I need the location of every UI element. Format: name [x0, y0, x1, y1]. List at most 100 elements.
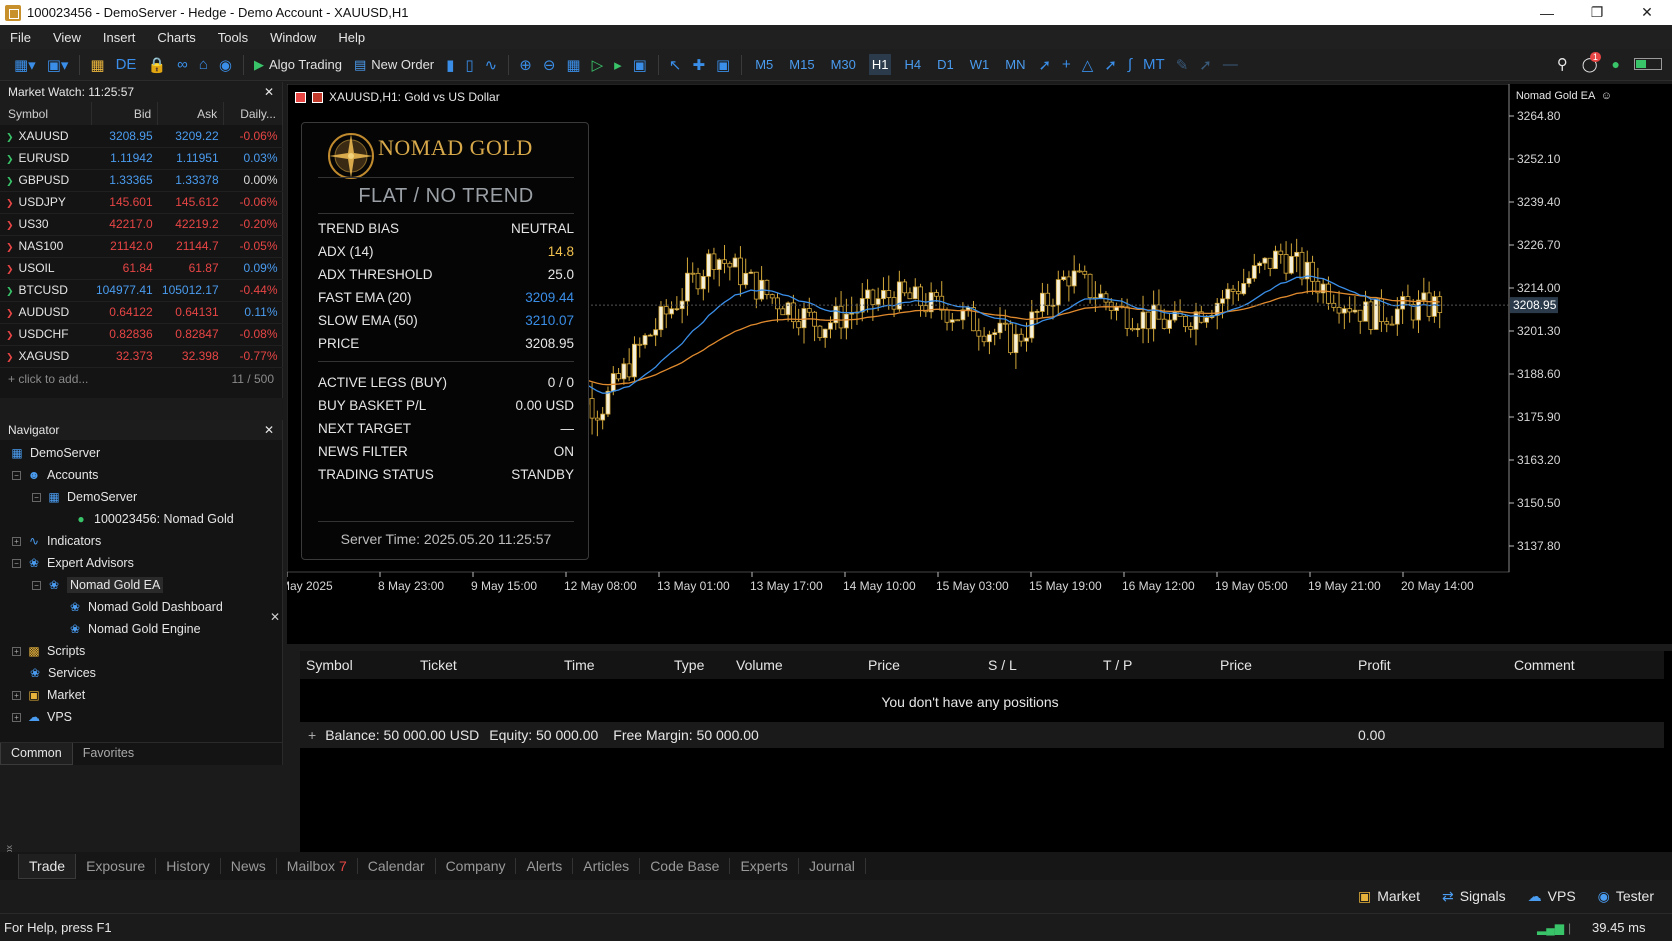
market-watch-row[interactable]: ❯ USDJPY 145.601 145.612 -0.06% — [0, 191, 283, 214]
menu-file[interactable]: File — [10, 30, 31, 45]
market-watch-row[interactable]: ❯ XAGUSD 32.373 32.398 -0.77% — [0, 345, 283, 368]
indicators-icon[interactable]: ▣ — [633, 56, 647, 74]
col-type[interactable]: Type — [674, 657, 704, 673]
market-watch-row[interactable]: ❯ EURUSD 1.11942 1.11951 0.03% — [0, 147, 283, 170]
expand-icon[interactable]: + — [12, 646, 21, 656]
tab-common[interactable]: Common — [0, 743, 73, 765]
menu-charts[interactable]: Charts — [157, 30, 195, 45]
collapse-icon[interactable]: − — [32, 492, 41, 502]
timeframe-w1[interactable]: W1 — [967, 54, 993, 75]
menu-help[interactable]: Help — [338, 30, 365, 45]
restore-button[interactable]: ❐ — [1572, 0, 1622, 25]
new-order-button[interactable]: ▤ New Order — [354, 57, 434, 73]
col-tp[interactable]: T / P — [1103, 657, 1132, 673]
chart-shift-icon[interactable]: ▸ — [614, 56, 622, 74]
market-watch-row[interactable]: ❯ GBPUSD 1.33365 1.33378 0.00% — [0, 169, 283, 192]
profiles-icon[interactable]: ▣▾ — [47, 56, 69, 74]
col-sl[interactable]: S / L — [988, 657, 1017, 673]
menu-tools[interactable]: Tools — [218, 30, 248, 45]
channel-icon[interactable]: ∫ — [1128, 56, 1132, 73]
auto-scroll-icon[interactable]: ▷ — [592, 56, 604, 74]
timeframe-mn[interactable]: MN — [1002, 54, 1028, 75]
timeframe-m15[interactable]: M15 — [786, 54, 817, 75]
line-chart-icon[interactable]: ∿ — [485, 56, 498, 74]
nav-item-account[interactable]: ● 100023456: Nomad Gold — [0, 508, 282, 530]
market-watch-row[interactable]: ❯ BTCUSD 104977.41 105012.17 -0.44% — [0, 279, 283, 302]
col-ticket[interactable]: Ticket — [420, 657, 457, 673]
fibo-icon[interactable]: ➚ — [1199, 56, 1212, 74]
nav-item-dashboard[interactable]: ❀ Nomad Gold Dashboard — [0, 596, 282, 618]
expand-icon[interactable]: + — [12, 536, 21, 546]
link-icon[interactable]: ∞ — [177, 56, 188, 73]
add-symbol-row[interactable]: + click to add... 11 / 500 — [0, 368, 282, 390]
market-watch-row[interactable]: ❯ AUDUSD 0.64122 0.64131 0.11% — [0, 301, 283, 324]
tab-alerts[interactable]: Alerts — [516, 858, 574, 874]
nav-item-nomad-gold-ea[interactable]: − ❀ Nomad Gold EA — [0, 574, 282, 596]
tab-history[interactable]: History — [156, 858, 221, 874]
close-icon[interactable]: ✕ — [270, 610, 280, 624]
tester-button[interactable]: ◉ Tester — [1598, 888, 1654, 905]
collapse-icon[interactable]: − — [12, 470, 21, 480]
timeframe-h1[interactable]: H1 — [868, 54, 892, 75]
col-symbol[interactable]: Symbol — [0, 102, 93, 125]
tab-calendar[interactable]: Calendar — [358, 858, 436, 874]
bank-icon[interactable]: ⌂ — [199, 56, 208, 73]
close-window-button[interactable]: ✕ — [1622, 0, 1672, 25]
cross-tool-icon[interactable]: + — [1062, 56, 1071, 73]
col-time[interactable]: Time — [564, 657, 595, 673]
pencil-icon[interactable]: ✎ — [1176, 56, 1189, 74]
nav-item-expert-advisors[interactable]: − ❀ Expert Advisors — [0, 552, 282, 574]
tab-mailbox[interactable]: Mailbox 7 — [277, 858, 358, 874]
tab-journal[interactable]: Journal — [799, 858, 866, 874]
nav-item-market[interactable]: + ▣ Market — [0, 684, 282, 706]
menu-insert[interactable]: Insert — [103, 30, 136, 45]
col-current-price[interactable]: Price — [1220, 657, 1252, 673]
trend-line-icon[interactable]: ➚ — [1104, 56, 1117, 74]
tab-company[interactable]: Company — [436, 858, 517, 874]
timeframe-h4[interactable]: H4 — [901, 54, 924, 75]
tab-articles[interactable]: Articles — [573, 858, 641, 874]
nav-item-server[interactable]: ▦ DemoServer — [0, 442, 282, 464]
timeframe-m30[interactable]: M30 — [828, 54, 859, 75]
account-icon[interactable]: ● — [1612, 56, 1620, 72]
tab-news[interactable]: News — [221, 858, 277, 874]
data-exchange-button[interactable]: DE — [116, 56, 137, 73]
market-button[interactable]: ▣ Market — [1358, 888, 1420, 905]
close-icon[interactable]: ✕ — [264, 85, 274, 99]
signal-icon[interactable]: ◉ — [219, 56, 232, 74]
timeframe-m5[interactable]: M5 — [752, 54, 776, 75]
col-profit[interactable]: Profit — [1358, 657, 1391, 673]
tab-trade[interactable]: Trade — [18, 853, 77, 879]
minimize-button[interactable]: — — [1522, 0, 1572, 25]
expand-icon[interactable]: + — [12, 690, 21, 700]
col-price[interactable]: Price — [868, 657, 900, 673]
market-watch-row[interactable]: ❯ US30 42217.0 42219.2 -0.20% — [0, 213, 283, 236]
smiley-icon[interactable]: ☺ — [1601, 90, 1612, 102]
collapse-icon[interactable]: − — [32, 580, 41, 590]
search-icon[interactable]: ⚲ — [1557, 55, 1568, 73]
nav-item-scripts[interactable]: + ▩ Scripts — [0, 640, 282, 662]
signals-button[interactable]: ⇄ Signals — [1442, 888, 1506, 905]
bar-chart-icon[interactable]: ▮ — [446, 56, 454, 74]
market-watch-row[interactable]: ❯ USOIL 61.84 61.87 0.09% — [0, 257, 283, 280]
col-bid[interactable]: Bid — [91, 102, 159, 125]
close-icon[interactable]: ✕ — [264, 423, 274, 437]
expand-icon[interactable]: + — [12, 712, 21, 722]
algo-trading-button[interactable]: ▶ Algo Trading — [254, 57, 342, 73]
vertical-line-icon[interactable]: ➚ — [1038, 56, 1051, 74]
menu-window[interactable]: Window — [270, 30, 316, 45]
col-comment[interactable]: Comment — [1514, 657, 1575, 673]
notifications-icon[interactable]: ◯ 1 — [1582, 51, 1601, 73]
col-ask[interactable]: Ask — [157, 102, 225, 125]
nav-item-engine[interactable]: ❀ Nomad Gold Engine — [0, 618, 282, 640]
cursor-icon[interactable]: ↖ — [669, 56, 682, 74]
add-symbol-hint[interactable]: + click to add... — [8, 372, 88, 386]
new-chart-icon[interactable]: ▦▾ — [14, 56, 36, 74]
timeframe-d1[interactable]: D1 — [934, 54, 957, 75]
nav-item-vps[interactable]: + ☁ VPS — [0, 706, 282, 728]
market-watch-row[interactable]: ❯ USDCHF 0.82836 0.82847 -0.08% — [0, 323, 283, 346]
zoom-out-icon[interactable]: ⊖ — [543, 56, 556, 74]
nav-item-indicators[interactable]: + ∿ Indicators — [0, 530, 282, 552]
dash-icon[interactable]: — — [1223, 56, 1238, 73]
market-watch-row[interactable]: ❯ NAS100 21142.0 21144.7 -0.05% — [0, 235, 283, 258]
